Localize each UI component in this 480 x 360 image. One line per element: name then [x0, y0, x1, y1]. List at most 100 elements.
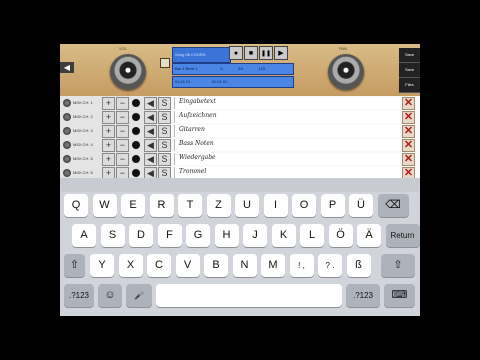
key-z[interactable]: Z	[206, 194, 231, 217]
stop-button[interactable]: ■	[244, 46, 258, 60]
key-ö[interactable]: Ö	[328, 224, 353, 247]
solo-button[interactable]: S	[158, 111, 171, 124]
track-knob[interactable]	[63, 113, 71, 121]
play-icon: ▶	[278, 50, 284, 57]
key-o[interactable]: O	[292, 194, 316, 217]
solo-button[interactable]: S	[158, 125, 171, 138]
dictation-key[interactable]: 🎤	[126, 284, 152, 307]
app-screen: ◀ VOL Song 08 CHORD ● ■ ❚❚ ▶ Bar 1 Beat …	[60, 44, 420, 316]
mute-button[interactable]: ◀	[144, 97, 157, 110]
key-row3-3[interactable]: V	[175, 254, 200, 277]
key-row3-7[interactable]: ! ,	[289, 254, 314, 277]
delete-track-button[interactable]: ✕	[402, 139, 415, 152]
key-w[interactable]: W	[92, 194, 117, 217]
play-button[interactable]: ▶	[274, 46, 288, 60]
delete-track-button[interactable]: ✕	[402, 153, 415, 166]
key-g[interactable]: G	[186, 224, 210, 247]
track-lane[interactable]: Gitarren	[174, 125, 400, 137]
numbers-key-right[interactable]: .?123	[346, 284, 380, 307]
shift-key-left[interactable]: ⇧	[64, 254, 85, 277]
key-p[interactable]: P	[320, 194, 345, 217]
save-as-button[interactable]: Save	[399, 63, 420, 78]
return-key[interactable]: Return	[385, 224, 420, 247]
delete-track-button[interactable]: ✕	[402, 111, 415, 124]
key-r[interactable]: R	[149, 194, 174, 217]
record-arm-button[interactable]	[132, 113, 140, 121]
add-button[interactable]: +	[102, 97, 115, 110]
mute-button[interactable]: ◀	[144, 125, 157, 138]
key-ü[interactable]: Ü	[349, 194, 373, 217]
record-button[interactable]: ●	[229, 46, 243, 60]
key-row3-0[interactable]: Y	[90, 254, 114, 277]
key-row3-5[interactable]: N	[232, 254, 257, 277]
add-button[interactable]: +	[102, 153, 115, 166]
key-t[interactable]: T	[178, 194, 202, 217]
key-q[interactable]: Q	[64, 194, 88, 217]
key-row3-4[interactable]: B	[204, 254, 228, 277]
remove-button[interactable]: −	[116, 125, 129, 138]
track-knob[interactable]	[63, 99, 71, 107]
mute-button[interactable]: ◀	[144, 139, 157, 152]
key-h[interactable]: H	[214, 224, 239, 247]
solo-button[interactable]: S	[158, 153, 171, 166]
backspace-key[interactable]: ⌫	[377, 194, 409, 217]
delete-track-button[interactable]: ✕	[402, 97, 415, 110]
mute-button[interactable]: ◀	[144, 153, 157, 166]
files-button[interactable]: Files	[399, 78, 420, 93]
add-button[interactable]: +	[102, 139, 115, 152]
key-row3-1[interactable]: X	[118, 254, 143, 277]
track-knob[interactable]	[63, 141, 71, 149]
record-arm-button[interactable]	[132, 155, 140, 163]
emoji-key[interactable]: ☺	[98, 284, 122, 307]
track-knob[interactable]	[63, 155, 71, 163]
small-toggle[interactable]	[160, 58, 170, 68]
key-ä[interactable]: Ä	[357, 224, 381, 247]
key-e[interactable]: E	[121, 194, 145, 217]
track-lane[interactable]: Wiedergabe	[174, 153, 400, 165]
key-l[interactable]: L	[300, 224, 324, 247]
remove-button[interactable]: −	[116, 153, 129, 166]
remove-button[interactable]: −	[116, 139, 129, 152]
track-row: MIDI CH. 1 + − ◀ S Eingabetext ✕	[60, 96, 420, 111]
track-text: Trommel	[179, 168, 207, 175]
key-k[interactable]: K	[271, 224, 296, 247]
volume-knob[interactable]	[110, 54, 146, 90]
track-knob[interactable]	[63, 127, 71, 135]
pan-knob[interactable]	[328, 54, 364, 90]
shift-key-right[interactable]: ⇧	[381, 254, 415, 277]
key-row3-6[interactable]: M	[261, 254, 285, 277]
track-lane[interactable]: Eingabetext	[174, 97, 400, 109]
record-arm-button[interactable]	[132, 141, 140, 149]
key-f[interactable]: F	[157, 224, 182, 247]
record-arm-button[interactable]	[132, 99, 140, 107]
song-title-display: Song 08 CHORD	[172, 47, 231, 63]
pause-button[interactable]: ❚❚	[259, 46, 273, 60]
remove-button[interactable]: −	[116, 97, 129, 110]
track-knob[interactable]	[63, 169, 71, 177]
record-arm-button[interactable]	[132, 127, 140, 135]
record-arm-button[interactable]	[132, 169, 140, 177]
mute-button[interactable]: ◀	[144, 111, 157, 124]
dismiss-keyboard-key[interactable]: ⌨	[384, 284, 415, 307]
track-lane[interactable]: Aufzeichnen	[174, 111, 400, 123]
key-row3-9[interactable]: ß	[346, 254, 371, 277]
solo-button[interactable]: S	[158, 139, 171, 152]
key-d[interactable]: D	[129, 224, 153, 247]
remove-button[interactable]: −	[116, 111, 129, 124]
key-i[interactable]: I	[263, 194, 288, 217]
key-row3-2[interactable]: C	[147, 254, 171, 277]
track-lane[interactable]: Bass Noten	[174, 139, 400, 151]
space-bar[interactable]	[156, 284, 342, 307]
save-button[interactable]: Save	[399, 48, 420, 63]
delete-track-button[interactable]: ✕	[402, 125, 415, 138]
key-row3-8[interactable]: ? .	[318, 254, 342, 277]
add-button[interactable]: +	[102, 125, 115, 138]
add-button[interactable]: +	[102, 111, 115, 124]
key-a[interactable]: A	[72, 224, 96, 247]
key-j[interactable]: J	[243, 224, 267, 247]
key-s[interactable]: S	[100, 224, 125, 247]
back-button[interactable]: ◀	[60, 62, 74, 73]
key-u[interactable]: U	[235, 194, 259, 217]
numbers-key-left[interactable]: .?123	[64, 284, 94, 307]
solo-button[interactable]: S	[158, 97, 171, 110]
